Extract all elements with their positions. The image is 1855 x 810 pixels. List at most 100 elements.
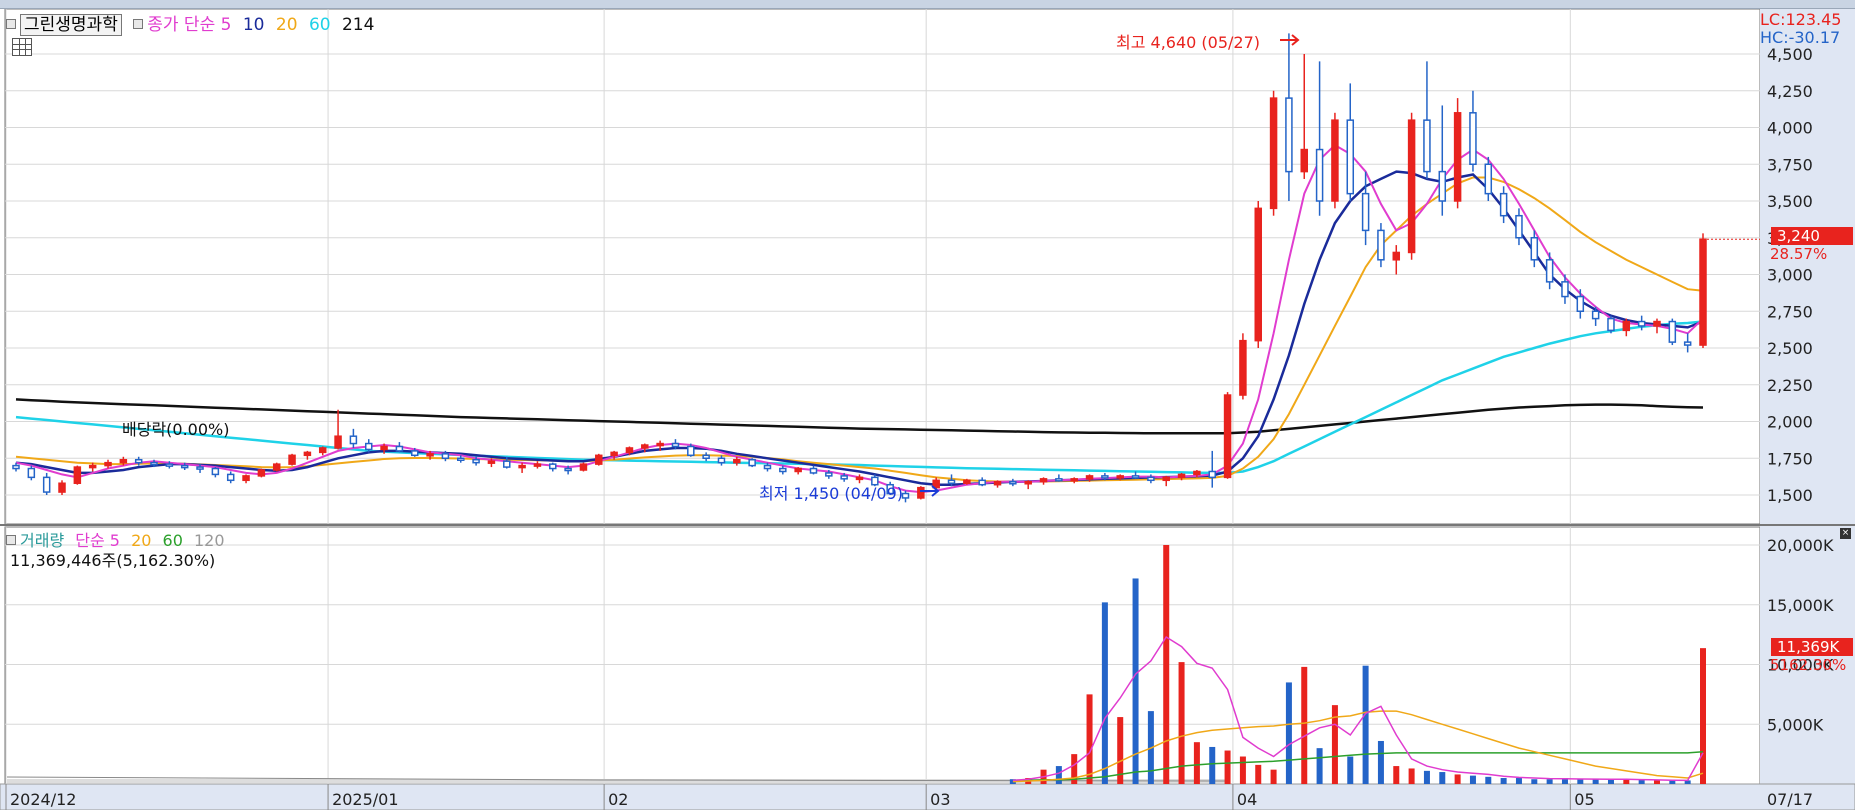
price-tick-label: 1,750: [1767, 449, 1813, 468]
candle-body: [104, 461, 112, 467]
candle-body: [211, 467, 220, 476]
grid-table-icon[interactable]: [12, 38, 32, 56]
x-tick-label: 03: [930, 790, 950, 809]
candle-body: [58, 482, 66, 493]
candle-body: [42, 476, 51, 493]
candle-body: [1668, 320, 1677, 343]
volume-bar: [1301, 666, 1308, 784]
candle-body: [656, 442, 664, 447]
candle-body: [1607, 317, 1615, 332]
candle-body: [733, 458, 741, 464]
volume-bar: [1193, 742, 1200, 784]
volume-bar: [1101, 602, 1108, 784]
candle-body: [549, 463, 557, 470]
price-panel: [4, 9, 1761, 525]
candle-body: [901, 492, 910, 499]
volume-bar: [1515, 778, 1522, 784]
volume-panel: [4, 526, 1761, 785]
candle-body: [794, 467, 802, 473]
candle-body: [518, 464, 526, 469]
candle-body: [579, 463, 588, 471]
candle-body: [1147, 476, 1155, 482]
candle-body: [687, 445, 695, 457]
legend-toggle-icon[interactable]: [133, 19, 144, 29]
ma20-legend: 20: [275, 15, 298, 35]
candle-body: [150, 461, 158, 466]
candle-body: [1699, 238, 1707, 346]
candle-body: [1499, 192, 1508, 217]
price-tick-label: 1,500: [1767, 486, 1813, 505]
ma10-legend: 10: [242, 15, 265, 35]
candle-body: [1162, 476, 1170, 482]
high-annotation: 최고 4,640 (05/27): [1116, 33, 1261, 52]
candle-body: [595, 454, 603, 465]
candle-body: [226, 473, 235, 482]
candle-body: [1223, 394, 1232, 479]
volume-bar: [1454, 774, 1461, 784]
x-tick-label: 2024/12: [10, 790, 76, 809]
candle-body: [1101, 475, 1109, 479]
volume-bar: [1285, 682, 1292, 784]
candle-body: [303, 451, 312, 457]
candle-body: [564, 467, 572, 472]
volume-bar: [1316, 748, 1323, 784]
candle-body: [426, 453, 434, 457]
price-tick-label: 3,500: [1767, 192, 1813, 211]
volume-bar: [1638, 779, 1645, 784]
volume-bar: [1439, 772, 1446, 784]
current-volume-tag: 11,369K: [1771, 638, 1853, 656]
volume-bar: [1423, 770, 1430, 784]
chart-canvas[interactable]: 1,5001,7502,0002,2502,5002,7503,0003,250…: [0, 9, 1855, 810]
volume-bar: [1086, 694, 1093, 784]
candle-body: [410, 450, 419, 457]
candle-body: [1009, 481, 1017, 485]
volume-bar: [1669, 780, 1676, 784]
candle-body: [825, 472, 833, 477]
candle-body: [625, 447, 634, 454]
candle-body: [288, 454, 296, 465]
candle-body: [1637, 320, 1646, 327]
candle-body: [1331, 119, 1339, 202]
candle-body: [671, 442, 680, 448]
candle-body: [1484, 163, 1493, 195]
candle-body: [1239, 339, 1247, 396]
volume-bar: [1209, 746, 1216, 784]
candle-body: [1024, 481, 1032, 485]
candle-body: [395, 445, 404, 452]
candle-body: [1683, 341, 1692, 346]
candle-body: [165, 463, 174, 467]
candle-body: [748, 458, 756, 467]
candle-body: [533, 463, 542, 467]
candle-body: [380, 445, 388, 451]
candle-body: [196, 466, 204, 470]
candle-body: [472, 458, 480, 464]
candle-body: [1515, 214, 1523, 239]
price-tick-label: 3,750: [1767, 155, 1813, 174]
current-change: 28.57%: [1770, 245, 1828, 263]
stock-name-button[interactable]: 그린생명과학: [20, 14, 122, 36]
candle-body: [457, 457, 465, 461]
candle-body: [1453, 112, 1462, 202]
candle-body: [917, 486, 925, 499]
candle-body: [840, 475, 848, 480]
price-tick-label: 4,000: [1767, 119, 1813, 138]
candle-body: [134, 458, 143, 464]
legend-toggle-icon[interactable]: [6, 19, 16, 29]
candle-body: [487, 460, 496, 464]
candle-body: [1070, 478, 1078, 482]
x-tick-label: 02: [608, 790, 628, 809]
candle-body: [441, 453, 450, 459]
volume-bar: [1393, 766, 1400, 784]
candle-body: [119, 458, 128, 464]
price-legend: 그린생명과학 종가 단순 5 10 20 60 214: [6, 10, 374, 36]
candle-body: [1039, 478, 1048, 483]
candle-body: [641, 444, 649, 449]
x-tick-label: 05: [1574, 790, 1594, 809]
legend-toggle-icon[interactable]: [6, 535, 16, 545]
volume-total: 11,369,446주(5,162.30%): [10, 551, 216, 570]
volume-bar: [1270, 769, 1277, 784]
candle-body: [503, 460, 511, 468]
hc-value: HC:-30.17: [1760, 28, 1841, 47]
candle-body: [779, 467, 787, 473]
close-icon[interactable]: ×: [1840, 528, 1851, 539]
